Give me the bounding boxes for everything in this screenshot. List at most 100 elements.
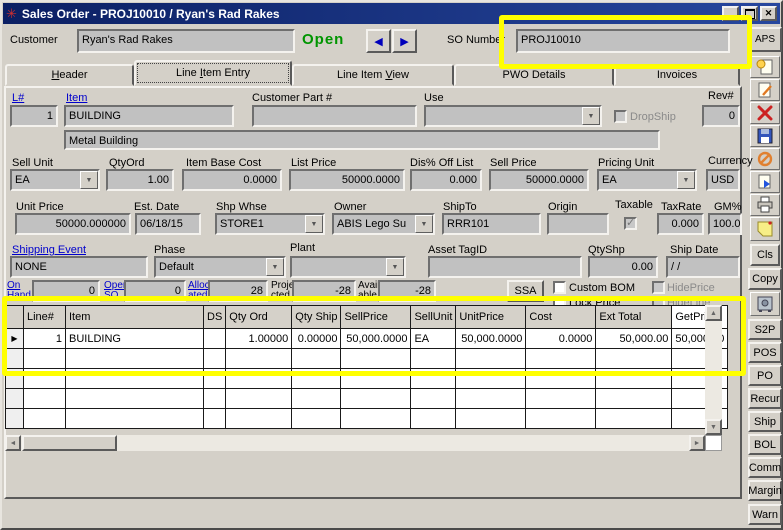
recur-button[interactable]: Recur xyxy=(748,388,782,409)
cell-line[interactable]: 1 xyxy=(24,329,66,349)
open-so-field[interactable]: 0 xyxy=(124,280,186,302)
available-field[interactable]: -28 xyxy=(378,280,436,302)
prev-record-button[interactable]: ◀ xyxy=(366,29,391,53)
save-button[interactable] xyxy=(750,125,780,147)
base-cost-field[interactable]: 0.0000 xyxy=(182,169,282,191)
maximize-button[interactable] xyxy=(741,6,758,21)
line-number-link[interactable]: L# xyxy=(12,92,24,104)
rev-field[interactable]: 0 xyxy=(702,105,740,127)
item-link[interactable]: Item xyxy=(66,92,87,104)
col-ds[interactable]: DS xyxy=(204,306,226,329)
col-cost[interactable]: Cost xyxy=(526,306,596,329)
scroll-down-icon[interactable]: ▼ xyxy=(705,419,722,435)
gm-field[interactable]: 100.0 xyxy=(708,213,742,235)
warn-button[interactable]: Warn xyxy=(748,504,782,525)
print-button[interactable] xyxy=(750,194,780,216)
col-item[interactable]: Item xyxy=(66,306,204,329)
tax-rate-field[interactable]: 0.000 xyxy=(657,213,704,235)
col-line[interactable]: Line# xyxy=(24,306,66,329)
cell-qty-ord[interactable]: 1.00000 xyxy=(226,329,292,349)
pos-button[interactable]: POS xyxy=(748,342,782,363)
sell-unit-combo[interactable]: EA▼ xyxy=(10,169,100,191)
ship-button[interactable]: Ship xyxy=(748,411,782,432)
customer-field[interactable]: Ryan's Rad Rakes xyxy=(77,29,295,53)
scroll-right-icon[interactable]: ► xyxy=(689,435,705,451)
shipping-event-field[interactable]: NONE xyxy=(10,256,148,278)
tab-header[interactable]: Header xyxy=(5,64,134,86)
cell-qty-ship[interactable]: 0.00000 xyxy=(292,329,341,349)
phase-combo[interactable]: Default▼ xyxy=(154,256,286,278)
edit-button[interactable] xyxy=(750,79,780,101)
on-hand-link[interactable]: OnHand xyxy=(7,281,31,301)
so-number-field[interactable]: PROJ10010 xyxy=(516,29,730,53)
delete-button[interactable] xyxy=(750,102,780,124)
cell-ds[interactable] xyxy=(204,329,226,349)
dropship-checkbox[interactable] xyxy=(614,110,627,123)
copy-button[interactable]: Copy xyxy=(748,268,782,290)
cell-sell-price[interactable]: 50,000.0000 xyxy=(341,329,411,349)
minimize-button[interactable] xyxy=(722,6,739,21)
grid-data-row[interactable]: ▶ 1 BUILDING 1.00000 0.00000 50,000.0000… xyxy=(6,329,728,349)
item-field[interactable]: BUILDING xyxy=(64,105,234,127)
col-unit-price[interactable]: UnitPrice xyxy=(456,306,526,329)
margin-button[interactable]: Margin xyxy=(748,480,782,501)
cell-cost[interactable]: 0.0000 xyxy=(526,329,596,349)
col-qty-ord[interactable]: Qty Ord xyxy=(226,306,292,329)
shipping-event-link[interactable]: Shipping Event xyxy=(12,244,86,256)
ssa-button[interactable]: SSA xyxy=(507,280,544,302)
current-row-marker[interactable]: ▶ xyxy=(6,329,24,349)
col-sell-price[interactable]: SellPrice xyxy=(341,306,411,329)
asset-tag-field[interactable] xyxy=(428,256,582,278)
cancel-button[interactable] xyxy=(750,148,780,170)
grid-vertical-scrollbar[interactable]: ▲ ▼ xyxy=(705,305,722,435)
item-description-field[interactable]: Metal Building xyxy=(64,130,660,150)
list-price-field[interactable]: 50000.0000 xyxy=(289,169,405,191)
pricing-unit-combo[interactable]: EA▼ xyxy=(597,169,697,191)
cell-item[interactable]: BUILDING xyxy=(66,329,204,349)
title-bar[interactable]: ✳ Sales Order - PROJ10010 / Ryan's Rad R… xyxy=(3,3,780,24)
cell-unit-price[interactable]: 50,000.0000 xyxy=(456,329,526,349)
hide-price-checkbox[interactable] xyxy=(652,281,665,294)
est-date-field[interactable]: 06/18/15 xyxy=(135,213,201,235)
s2p-button[interactable]: S2P xyxy=(748,319,782,340)
scroll-up-icon[interactable]: ▲ xyxy=(705,305,722,321)
allocated-field[interactable]: 28 xyxy=(208,280,268,302)
allocated-link[interactable]: Allocated xyxy=(188,281,210,301)
col-sell-unit[interactable]: SellUnit xyxy=(411,306,456,329)
note-button[interactable] xyxy=(750,217,780,241)
grid-horizontal-scrollbar[interactable]: ◄ ► xyxy=(5,435,705,451)
safe-button[interactable] xyxy=(750,292,780,316)
taxable-checkbox[interactable]: ✓ xyxy=(624,217,637,230)
tab-pwo-details[interactable]: PWO Details xyxy=(454,64,614,86)
on-hand-field[interactable]: 0 xyxy=(32,280,100,302)
sell-price-field[interactable]: 50000.0000 xyxy=(489,169,589,191)
aps-button[interactable]: APS xyxy=(748,27,782,52)
tab-invoices[interactable]: Invoices xyxy=(614,64,740,86)
unit-price-field[interactable]: 50000.000000 xyxy=(15,213,131,235)
custom-bom-checkbox[interactable] xyxy=(553,281,566,294)
cell-sell-unit[interactable]: EA xyxy=(411,329,456,349)
qty-shp-field[interactable]: 0.00 xyxy=(588,256,658,278)
use-combo[interactable]: ▼ xyxy=(424,105,602,127)
discount-field[interactable]: 0.000 xyxy=(410,169,482,191)
qty-ord-field[interactable]: 1.00 xyxy=(106,169,174,191)
plant-combo[interactable]: ▼ xyxy=(290,256,406,278)
customer-part-field[interactable] xyxy=(252,105,417,127)
col-ext-total[interactable]: Ext Total xyxy=(596,306,672,329)
projected-field[interactable]: -28 xyxy=(292,280,356,302)
export-button[interactable] xyxy=(750,171,780,193)
po-button[interactable]: PO xyxy=(748,365,782,386)
next-record-button[interactable]: ▶ xyxy=(392,29,417,53)
shp-whse-combo[interactable]: STORE1▼ xyxy=(215,213,325,235)
tab-line-item-view[interactable]: Line Item View xyxy=(292,64,454,86)
comm-button[interactable]: Comm xyxy=(748,457,782,478)
cell-ext-total[interactable]: 50,000.00 xyxy=(596,329,672,349)
new-note-button[interactable] xyxy=(750,56,780,78)
scroll-left-icon[interactable]: ◄ xyxy=(5,435,21,451)
close-button[interactable]: ✕ xyxy=(760,6,777,21)
ship-date-field[interactable]: / / xyxy=(666,256,740,278)
horizontal-scroll-thumb[interactable] xyxy=(22,435,117,451)
line-number-field[interactable]: 1 xyxy=(10,105,58,127)
origin-field[interactable] xyxy=(547,213,609,235)
bol-button[interactable]: BOL xyxy=(748,434,782,455)
